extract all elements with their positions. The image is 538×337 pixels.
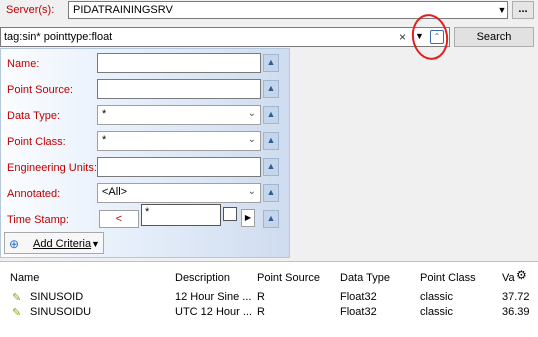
col-name[interactable]: Name: [10, 272, 39, 284]
point-class-select[interactable]: * ⌄: [97, 131, 261, 151]
row-name: SINUSOIDU: [30, 306, 92, 318]
row-value: 36.39: [502, 306, 530, 318]
remove-point-class-button[interactable]: ▲: [263, 132, 279, 150]
row-data-type: Float32: [340, 306, 377, 318]
server-dropdown-icon[interactable]: ▼: [496, 3, 508, 17]
row-point-source: R: [257, 291, 265, 303]
chevron-down-icon: ⌄: [247, 186, 256, 197]
point-class-label: Point Class:: [7, 136, 66, 148]
annotated-value: <All>: [102, 186, 128, 198]
timestamp-label: Time Stamp:: [7, 214, 69, 226]
data-type-value: *: [102, 108, 107, 120]
remove-name-button[interactable]: ▲: [263, 54, 279, 72]
col-data-type[interactable]: Data Type: [340, 272, 390, 284]
col-description[interactable]: Description: [175, 272, 230, 284]
chevron-down-icon: ⌄: [247, 108, 256, 119]
row-point-source: R: [257, 306, 265, 318]
server-more-button[interactable]: ...: [512, 1, 534, 19]
row-value: 37.72: [502, 291, 530, 303]
remove-data-type-button[interactable]: ▲: [263, 106, 279, 124]
pencil-icon: ✎: [12, 292, 22, 304]
add-criteria-label: Add Criteria: [33, 238, 92, 250]
col-point-class[interactable]: Point Class: [420, 272, 476, 284]
server-input[interactable]: PIDATRAININGSRV: [68, 1, 508, 19]
row-description: UTC 12 Hour ...: [175, 306, 253, 318]
row-description: 12 Hour Sine ...: [175, 291, 252, 303]
data-type-label: Data Type:: [7, 110, 60, 122]
play-icon[interactable]: ▶: [241, 209, 255, 227]
data-type-select[interactable]: * ⌄: [97, 105, 261, 125]
remove-point-source-button[interactable]: ▲: [263, 80, 279, 98]
col-point-source[interactable]: Point Source: [257, 272, 320, 284]
remove-eng-units-button[interactable]: ▲: [263, 158, 279, 176]
remove-annotated-button[interactable]: ▲: [263, 184, 279, 202]
column-settings-icon[interactable]: ⚙: [516, 268, 527, 282]
timestamp-field[interactable]: *: [141, 204, 221, 226]
query-text: tag:sin* pointtype:float: [4, 31, 113, 43]
point-class-value: *: [102, 134, 107, 146]
results-table: Name Description Point Source Data Type …: [0, 261, 538, 337]
timestamp-operator-button[interactable]: <: [99, 210, 139, 228]
pencil-icon: ✎: [12, 307, 22, 319]
chevron-down-icon: ⌄: [247, 134, 256, 145]
calendar-icon[interactable]: [223, 207, 237, 221]
add-criteria-button[interactable]: ⊕ Add Criteria ▼: [4, 232, 104, 254]
clear-icon[interactable]: ×: [399, 30, 406, 44]
remove-timestamp-button[interactable]: ▲: [263, 210, 279, 228]
table-row[interactable]: ✎ SINUSOID 12 Hour Sine ... R Float32 cl…: [0, 291, 538, 305]
eng-units-field[interactable]: [97, 157, 261, 177]
row-point-class: classic: [420, 291, 454, 303]
row-name: SINUSOID: [30, 291, 84, 303]
timestamp-value: *: [145, 206, 150, 218]
row-data-type: Float32: [340, 291, 377, 303]
add-criteria-dropdown-icon[interactable]: ▼: [91, 239, 100, 249]
point-source-label: Point Source:: [7, 84, 74, 96]
annotated-label: Annotated:: [7, 188, 61, 200]
name-label: Name:: [7, 58, 40, 70]
col-value[interactable]: Va: [502, 272, 515, 284]
name-field[interactable]: [97, 53, 261, 73]
search-button[interactable]: Search: [454, 27, 534, 47]
eng-units-label: Engineering Units:: [7, 162, 97, 174]
point-source-field[interactable]: [97, 79, 261, 99]
annotated-select[interactable]: <All> ⌄: [97, 183, 261, 203]
server-label: Server(s):: [6, 4, 55, 16]
add-search-icon: ⊕: [9, 237, 20, 251]
query-input[interactable]: tag:sin* pointtype:float × ▼ ⌃: [0, 27, 450, 47]
row-point-class: classic: [420, 306, 454, 318]
criteria-panel: Name: ▲ Point Source: ▲ Data Type: * ⌄ ▲…: [0, 48, 290, 258]
table-row[interactable]: ✎ SINUSOIDU UTC 12 Hour ... R Float32 cl…: [0, 306, 538, 320]
